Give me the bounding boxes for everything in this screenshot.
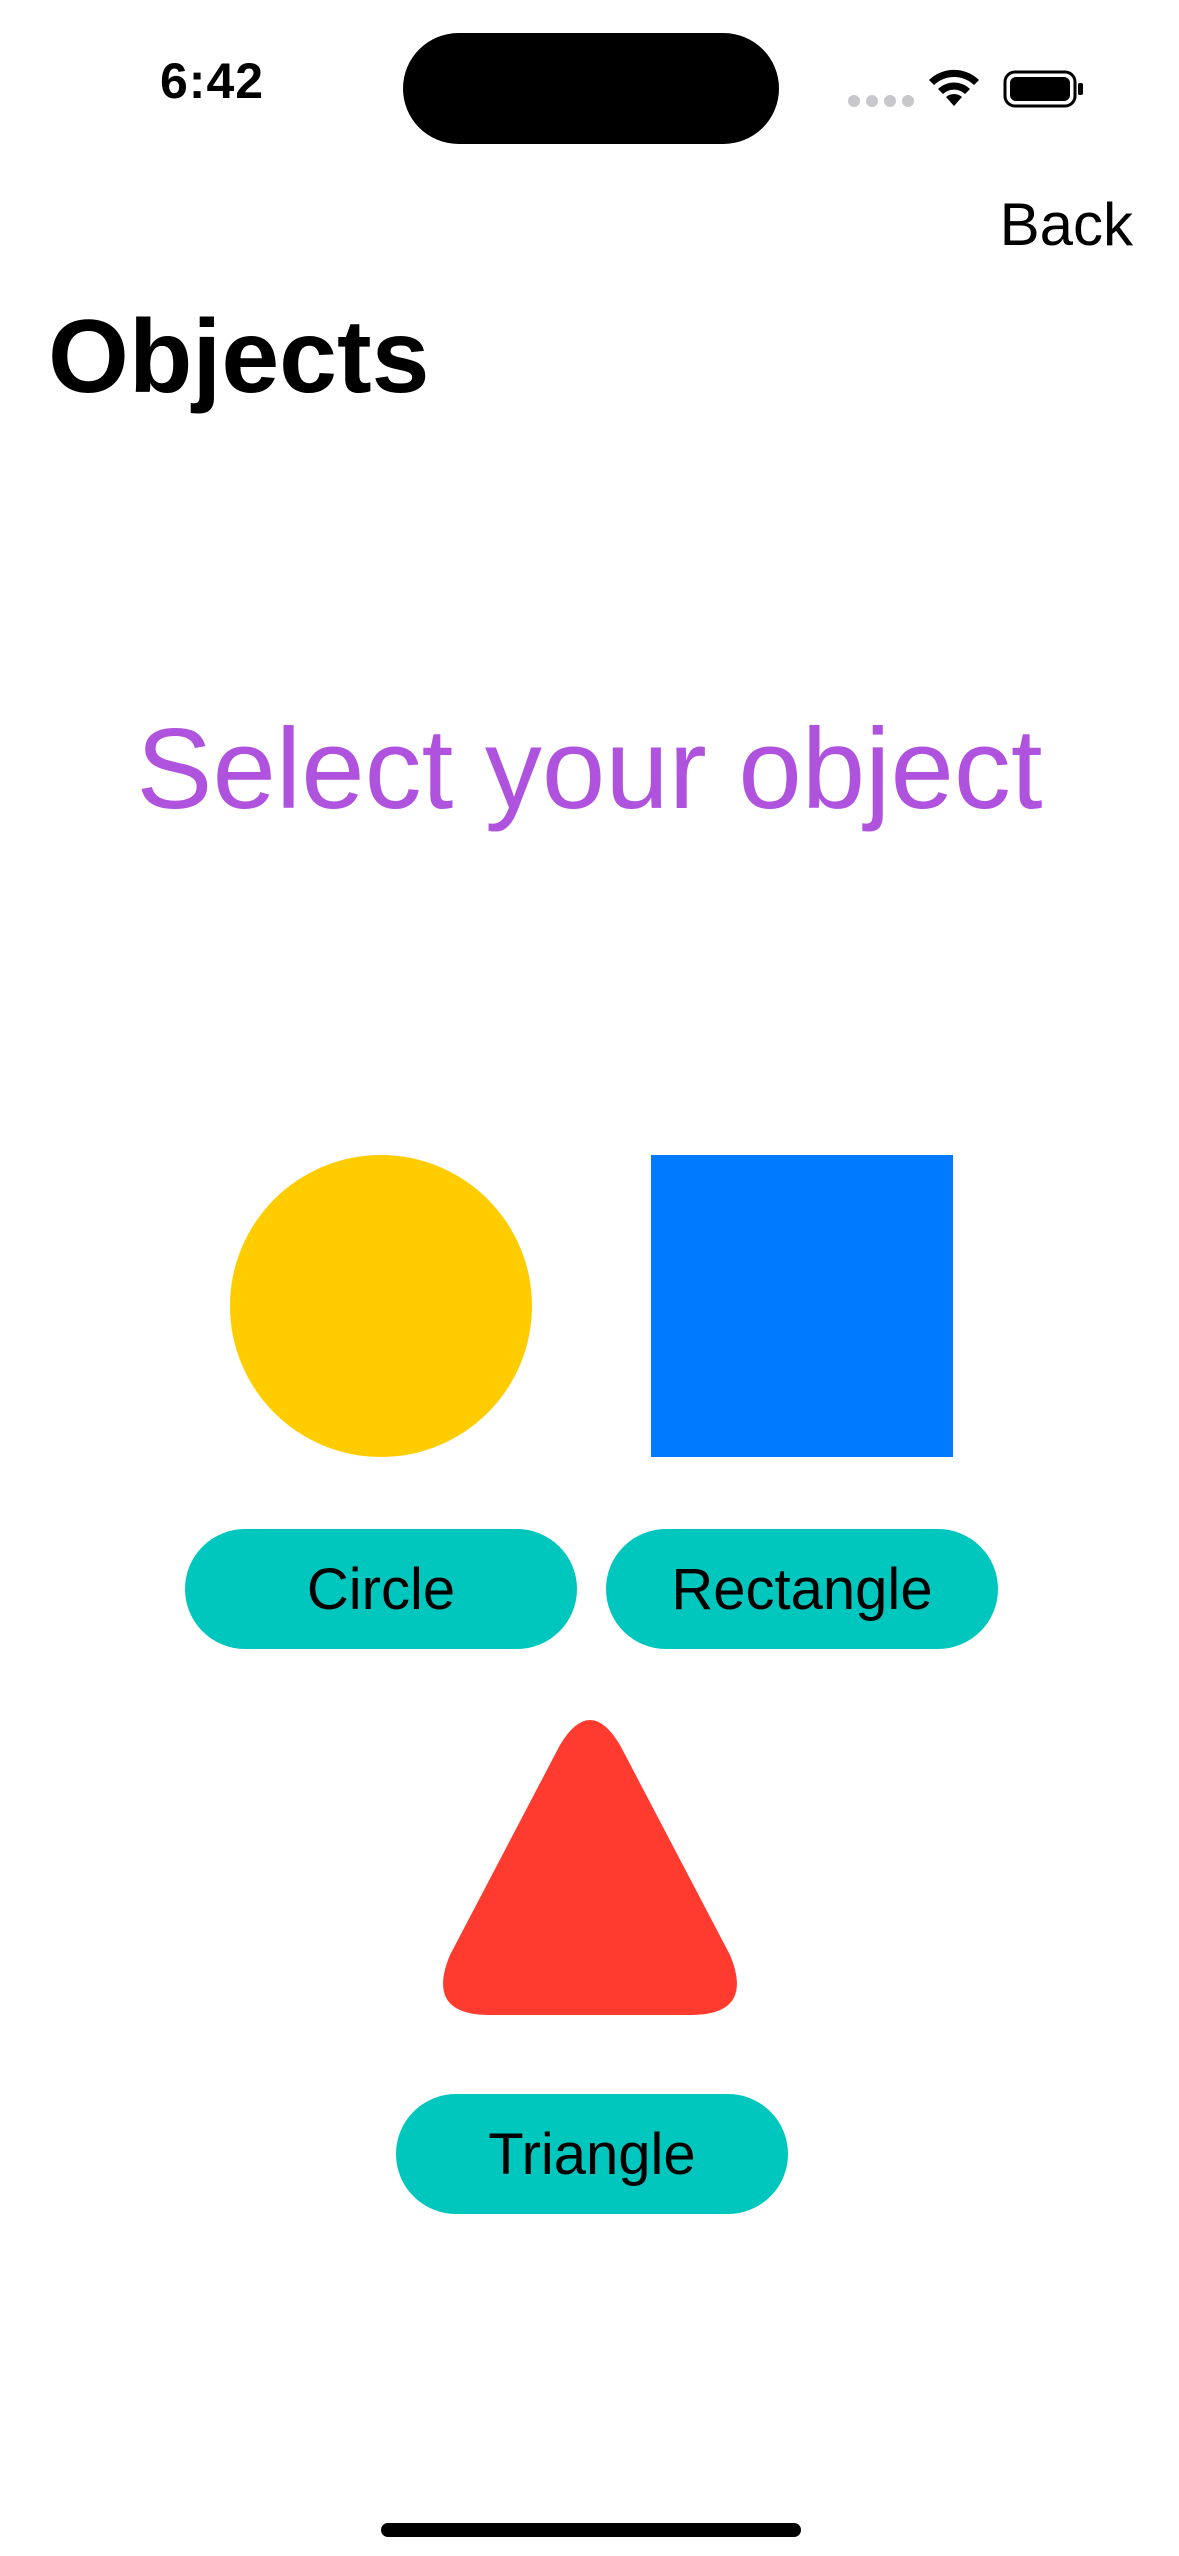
rectangle-shape [651, 1155, 953, 1457]
triangle-shape [443, 1720, 737, 2015]
rectangle-button[interactable]: Rectangle [606, 1529, 998, 1649]
back-button[interactable]: Back [1000, 190, 1133, 259]
triangle-button[interactable]: Triangle [396, 2094, 788, 2214]
dynamic-island [403, 33, 779, 144]
circle-button[interactable]: Circle [185, 1529, 577, 1649]
cellular-signal-icon [848, 95, 914, 107]
home-indicator[interactable] [381, 2523, 801, 2537]
circle-shape [230, 1155, 532, 1457]
battery-icon [1003, 70, 1083, 108]
page-title: Objects [48, 299, 430, 415]
status-bar: 6:42 [0, 0, 1179, 170]
status-time: 6:42 [160, 53, 265, 109]
select-object-headline: Select your object [136, 706, 1043, 833]
wifi-icon [929, 69, 979, 106]
